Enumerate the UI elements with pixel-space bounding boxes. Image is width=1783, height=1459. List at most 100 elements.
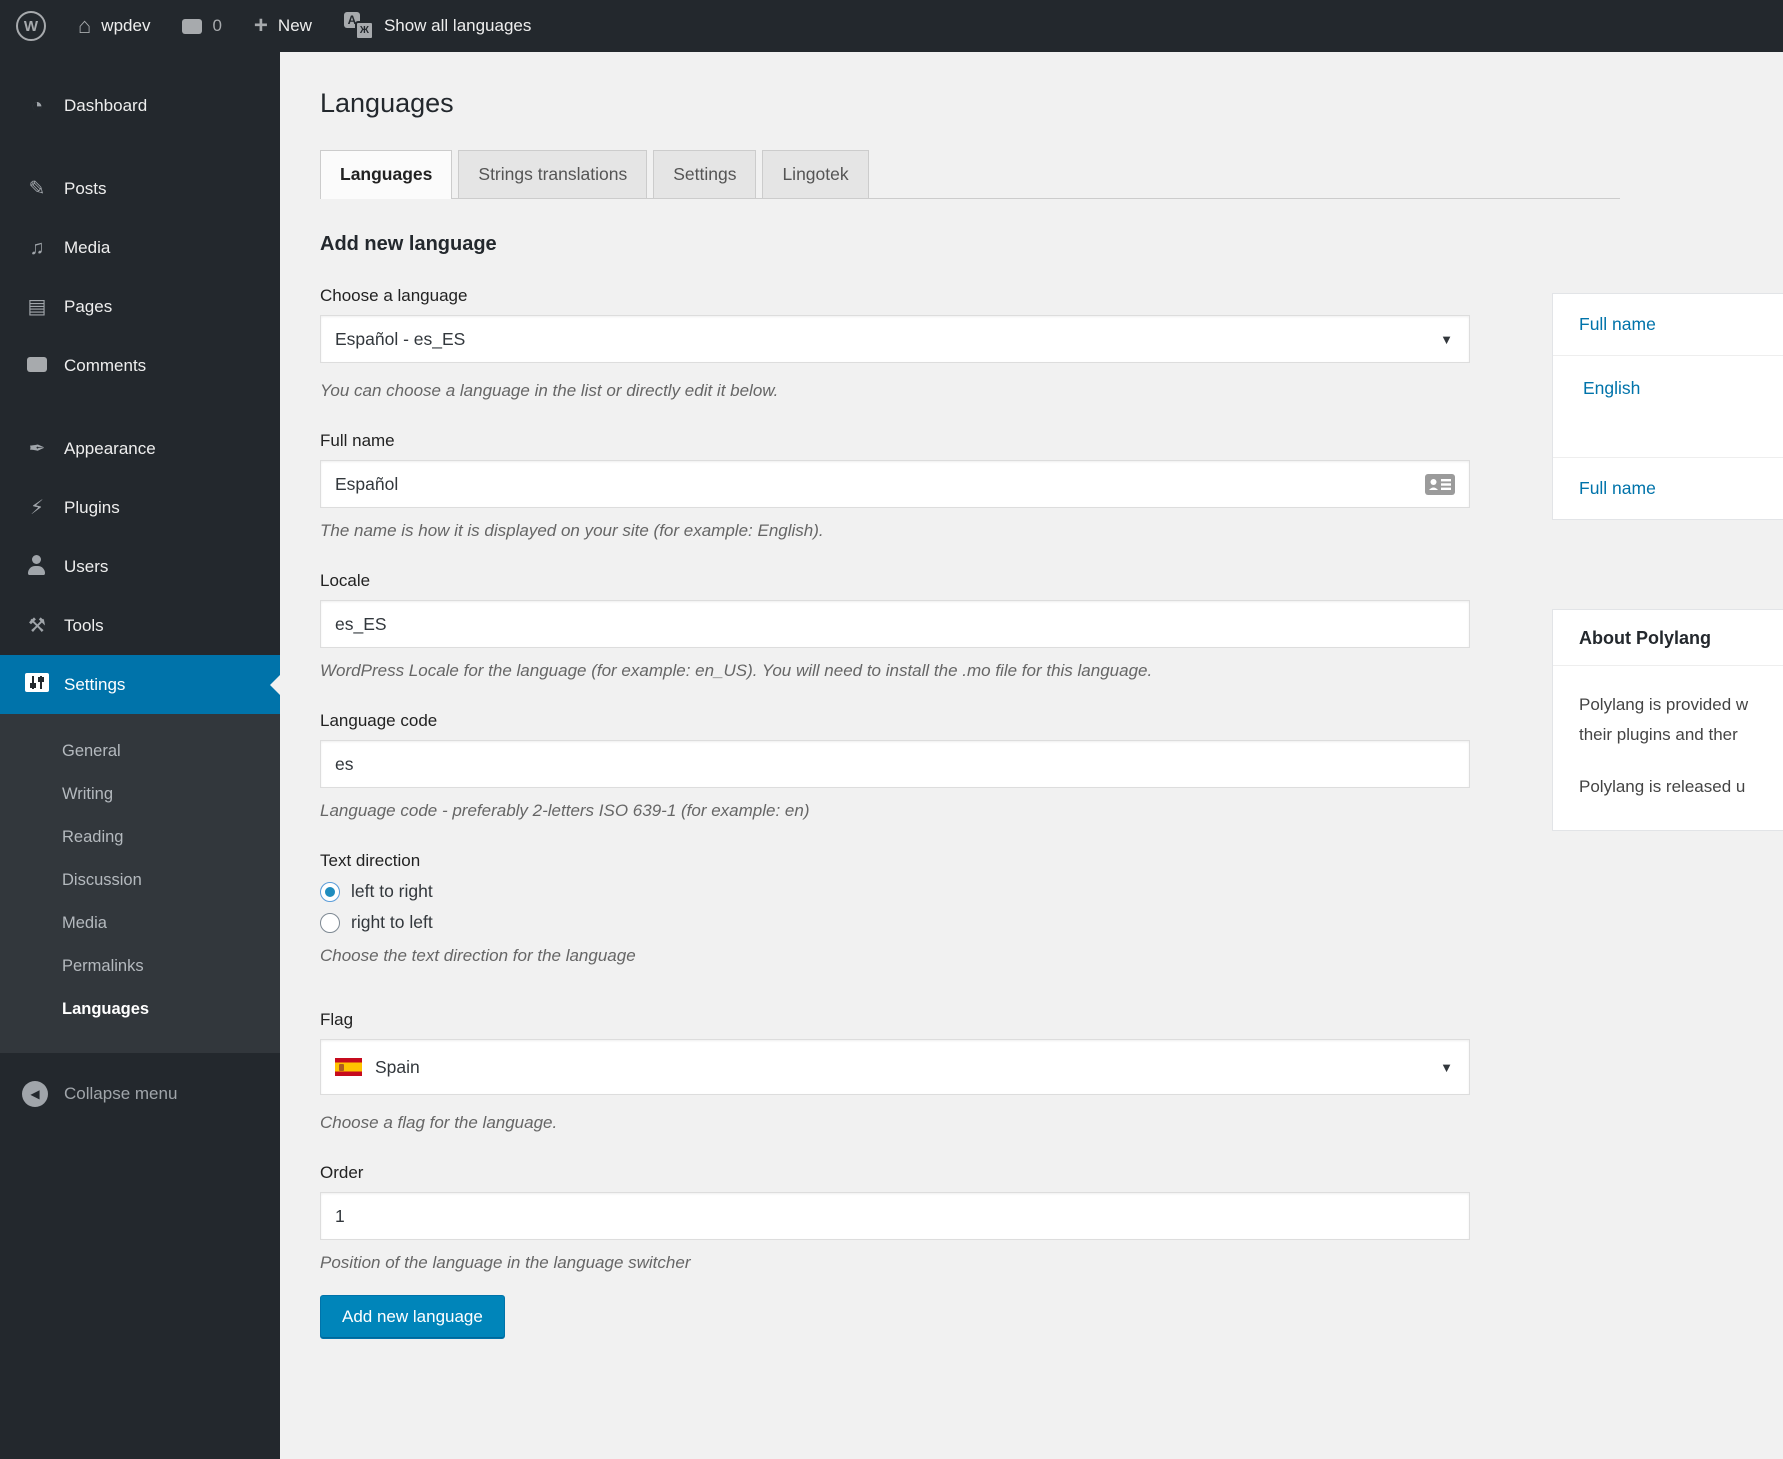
language-code-value: es [335, 754, 353, 775]
locale-value: es_ES [335, 614, 387, 635]
full-name-column-link[interactable]: Full name [1579, 478, 1656, 498]
submenu-item-reading[interactable]: Reading [0, 816, 280, 859]
comments-count: 0 [212, 16, 221, 36]
pages-icon: ▤ [24, 297, 50, 317]
new-content-menu[interactable]: + New [238, 0, 328, 52]
locale-label: Locale [320, 571, 1620, 591]
text-direction-help: Choose the text direction for the langua… [320, 946, 1620, 966]
sidebar-item-label: Plugins [64, 498, 120, 518]
contact-card-icon [1425, 474, 1455, 500]
tab-languages[interactable]: Languages [320, 150, 452, 199]
add-new-language-button[interactable]: Add new language [320, 1295, 505, 1339]
add-language-heading: Add new language [320, 233, 1620, 256]
sidebar-item-tools[interactable]: ⚒ Tools [0, 596, 280, 655]
about-polylang-title: About Polylang [1553, 610, 1783, 666]
submenu-item-languages[interactable]: Languages [0, 988, 280, 1031]
wordpress-logo-menu[interactable]: W [0, 0, 62, 52]
sidebar-item-label: Appearance [64, 439, 156, 459]
full-name-label: Full name [320, 431, 1620, 451]
radio-left-to-right[interactable]: left to right [320, 881, 1620, 902]
sidebar-item-label: Users [64, 557, 108, 577]
sidebar-item-media[interactable]: ♫ Media [0, 218, 280, 277]
submenu-item-media[interactable]: Media [0, 902, 280, 945]
sidebar-item-pages[interactable]: ▤ Pages [0, 277, 280, 336]
about-text-line: Polylang is provided w [1579, 690, 1783, 720]
submenu-item-discussion[interactable]: Discussion [0, 859, 280, 902]
site-name-label: wpdev [101, 16, 150, 36]
site-name-menu[interactable]: ⌂ wpdev [62, 0, 166, 52]
flag-value: Spain [375, 1057, 420, 1078]
sidebar-item-comments[interactable]: Comments [0, 336, 280, 395]
about-polylang-body: Polylang is provided w their plugins and… [1553, 666, 1783, 830]
spain-flag-icon [335, 1058, 362, 1076]
home-icon: ⌂ [78, 15, 91, 37]
sidebar-item-posts[interactable]: ✎ Posts [0, 159, 280, 218]
comment-bubble-icon [182, 19, 202, 34]
page-title: Languages [320, 88, 1620, 119]
translation-icon: A Ж [344, 12, 374, 40]
languages-table: Full name English Full name [1552, 293, 1783, 520]
user-icon [24, 555, 50, 579]
languages-table-header: Full name [1553, 294, 1783, 355]
submenu-item-permalinks[interactable]: Permalinks [0, 945, 280, 988]
choose-language-select[interactable]: Español - es_ES ▼ [320, 315, 1470, 363]
chevron-down-icon: ▼ [1440, 1060, 1453, 1075]
radio-right-to-left[interactable]: right to left [320, 912, 1620, 933]
sidebar-item-plugins[interactable]: ⚡ Plugins [0, 478, 280, 537]
submenu-item-general[interactable]: General [0, 730, 280, 773]
choose-language-label: Choose a language [320, 286, 1620, 306]
settings-submenu: General Writing Reading Discussion Media… [0, 714, 280, 1053]
submenu-item-writing[interactable]: Writing [0, 773, 280, 816]
sliders-icon [24, 673, 50, 696]
collapse-menu-label: Collapse menu [64, 1084, 177, 1104]
sidebar-item-users[interactable]: Users [0, 537, 280, 596]
full-name-help: The name is how it is displayed on your … [320, 521, 1620, 541]
plus-icon: + [254, 14, 268, 38]
locale-help: WordPress Locale for the language (for e… [320, 661, 1620, 681]
text-direction-label: Text direction [320, 851, 1620, 871]
main-content: Languages Languages Strings translations… [280, 52, 1620, 1339]
tab-bar: Languages Strings translations Settings … [320, 147, 1620, 199]
sidebar-item-label: Pages [64, 297, 112, 317]
locale-input[interactable]: es_ES [320, 600, 1470, 648]
sidebar-item-settings[interactable]: Settings [0, 655, 280, 714]
sidebar-item-dashboard[interactable]: ◔ Dashboard [0, 76, 280, 135]
language-code-label: Language code [320, 711, 1620, 731]
about-text-line: Polylang is released u [1579, 772, 1783, 802]
flag-help: Choose a flag for the language. [320, 1113, 1620, 1133]
brush-icon: ✒ [24, 439, 50, 459]
chevron-down-icon: ▼ [1440, 332, 1453, 347]
about-polylang-box: About Polylang Polylang is provided w th… [1552, 609, 1783, 831]
tab-lingotek[interactable]: Lingotek [762, 150, 868, 198]
comments-icon [24, 356, 50, 376]
flag-label: Flag [320, 1010, 1620, 1030]
wordpress-logo-icon: W [16, 11, 46, 41]
full-name-input[interactable]: Español [320, 460, 1470, 508]
tab-settings[interactable]: Settings [653, 150, 756, 198]
choose-language-help: You can choose a language in the list or… [320, 381, 1620, 401]
language-code-input[interactable]: es [320, 740, 1470, 788]
radio-checked-icon [320, 882, 340, 902]
flag-select[interactable]: Spain ▼ [320, 1039, 1470, 1095]
sidebar-item-appearance[interactable]: ✒ Appearance [0, 419, 280, 478]
collapse-menu-button[interactable]: ◀ Collapse menu [0, 1069, 280, 1119]
tab-strings-translations[interactable]: Strings translations [458, 150, 647, 198]
order-help: Position of the language in the language… [320, 1253, 1620, 1273]
order-value: 1 [335, 1206, 345, 1227]
radio-unchecked-icon [320, 913, 340, 933]
english-language-link[interactable]: English [1583, 378, 1640, 398]
language-row-english: English [1553, 355, 1783, 458]
media-icon: ♫ [24, 238, 50, 258]
wrench-icon: ⚒ [24, 616, 50, 636]
radio-rtl-label: right to left [351, 912, 433, 933]
show-all-languages-menu[interactable]: A Ж Show all languages [328, 0, 547, 52]
full-name-column-link[interactable]: Full name [1579, 314, 1656, 334]
pin-icon: ✎ [24, 179, 50, 199]
sidebar-item-label: Dashboard [64, 96, 147, 116]
new-label: New [278, 16, 312, 36]
admin-bar: W ⌂ wpdev 0 + New A Ж Show all languages [0, 0, 1783, 52]
order-input[interactable]: 1 [320, 1192, 1470, 1240]
comments-menu[interactable]: 0 [166, 0, 237, 52]
radio-ltr-label: left to right [351, 881, 433, 902]
sidebar-item-label: Tools [64, 616, 104, 636]
